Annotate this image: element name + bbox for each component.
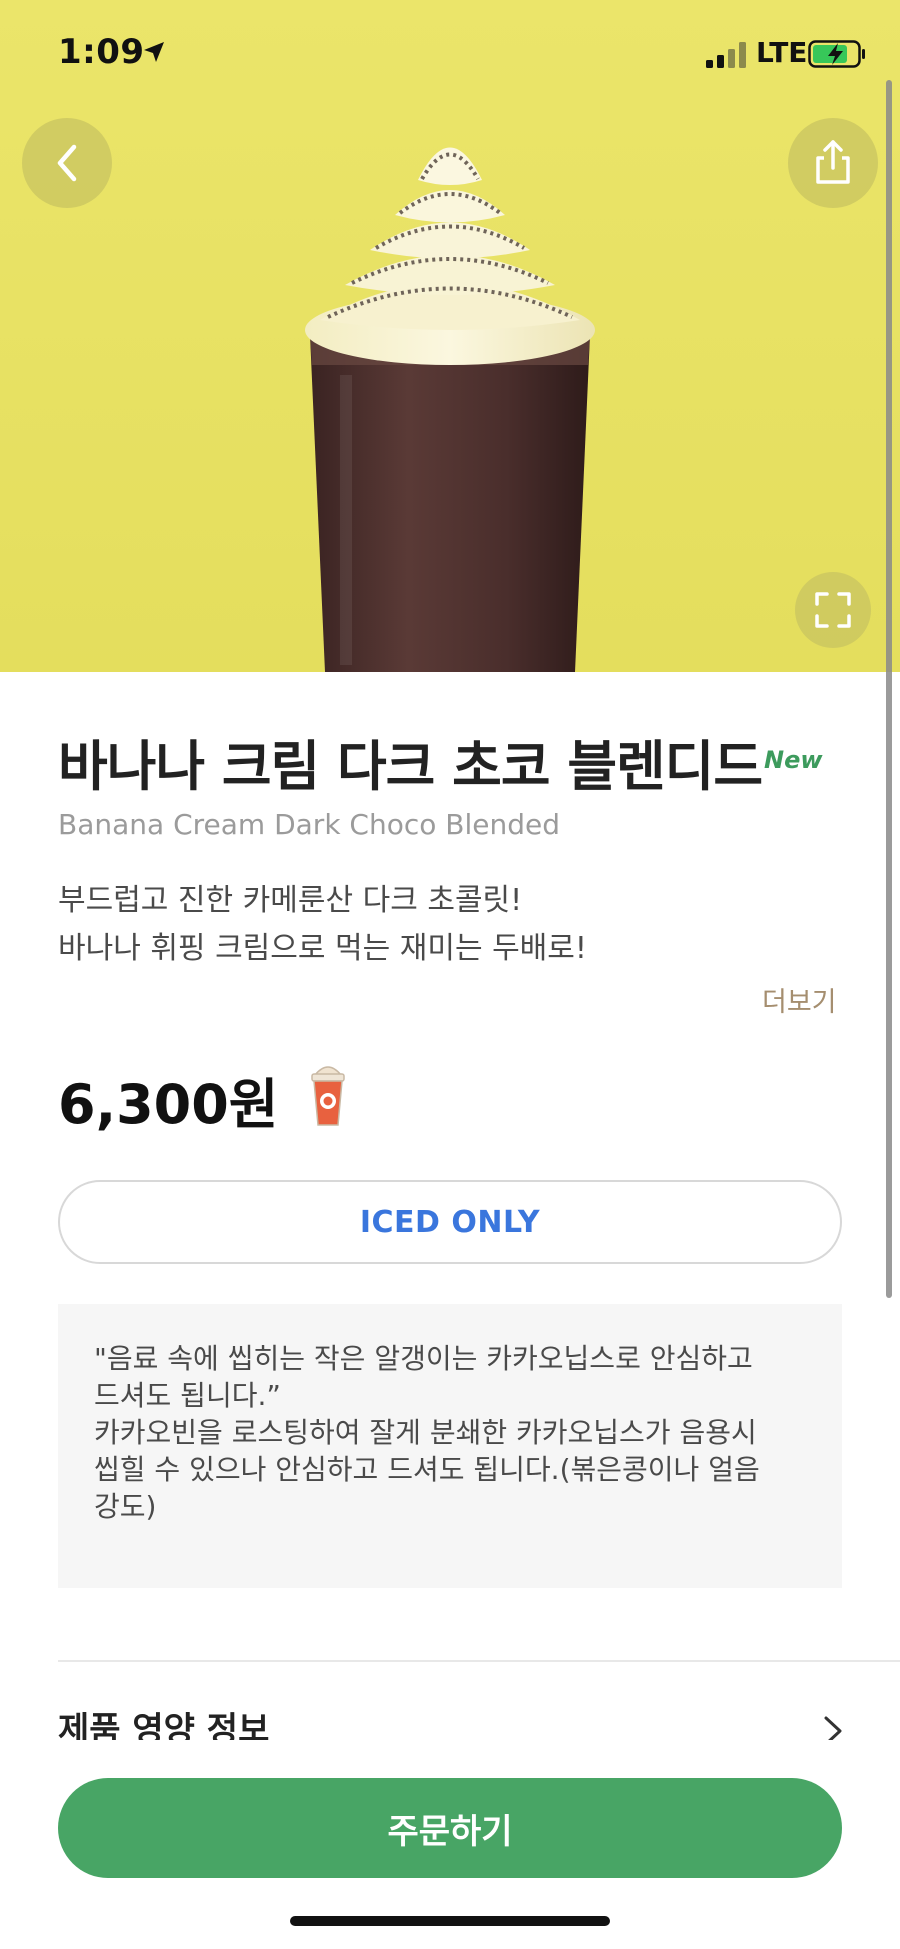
product-name: 바나나 크림 다크 초코 블렌디드 xyxy=(58,735,763,798)
more-link[interactable]: 더보기 xyxy=(762,980,837,1019)
share-button[interactable] xyxy=(788,118,878,208)
notice-line: 강도) xyxy=(94,1490,157,1523)
product-price: 6,300원 xyxy=(58,1073,279,1136)
status-bar: 1:09 LTE xyxy=(0,0,900,110)
status-time: 1:09 xyxy=(58,32,145,72)
scrollbar[interactable] xyxy=(886,80,892,1298)
new-badge: New xyxy=(764,746,823,774)
network-type: LTE xyxy=(756,36,808,69)
notice-line: 카카오빈을 로스팅하여 잘게 분쇄한 카카오닙스가 음용시 xyxy=(94,1416,757,1449)
product-english-name: Banana Cream Dark Choco Blended xyxy=(58,808,561,841)
product-hero-image: 1:09 LTE xyxy=(0,0,900,672)
notice-line: 씹힐 수 있으나 안심하고 드셔도 됩니다.(볶은콩이나 얼음 xyxy=(94,1453,760,1486)
back-button[interactable] xyxy=(22,118,112,208)
iced-only-option[interactable]: ICED ONLY xyxy=(58,1180,842,1264)
home-indicator xyxy=(290,1916,610,1926)
notice-line: 드셔도 됩니다.” xyxy=(94,1379,281,1412)
description-line: 바나나 휘핑 크림으로 먹는 재미는 두배로! xyxy=(58,931,587,966)
expand-image-button[interactable] xyxy=(795,572,871,648)
chevron-left-icon xyxy=(57,144,77,182)
divider xyxy=(58,1660,900,1662)
product-description: 부드럽고 진한 카메룬산 다크 초콜릿! 바나나 휘핑 크림으로 먹는 재미는 … xyxy=(58,877,848,973)
description-line: 부드럽고 진한 카메룬산 다크 초콜릿! xyxy=(58,883,523,918)
ingredient-notice: "음료 속에 씹히는 작은 알갱이는 카카오닙스로 안심하고 드셔도 됩니다.”… xyxy=(58,1304,842,1588)
expand-icon xyxy=(815,592,851,628)
location-arrow-icon xyxy=(144,42,164,62)
notice-line: "음료 속에 씹히는 작은 알갱이는 카카오닙스로 안심하고 xyxy=(94,1342,753,1375)
order-button[interactable]: 주문하기 xyxy=(58,1778,842,1878)
battery-icon xyxy=(808,40,865,68)
share-icon xyxy=(816,140,850,184)
product-title-row: 바나나 크림 다크 초코 블렌디드 New xyxy=(58,722,858,798)
drink-image xyxy=(305,147,595,672)
frappuccino-cup-icon xyxy=(311,1066,345,1126)
signal-icon xyxy=(706,42,746,68)
